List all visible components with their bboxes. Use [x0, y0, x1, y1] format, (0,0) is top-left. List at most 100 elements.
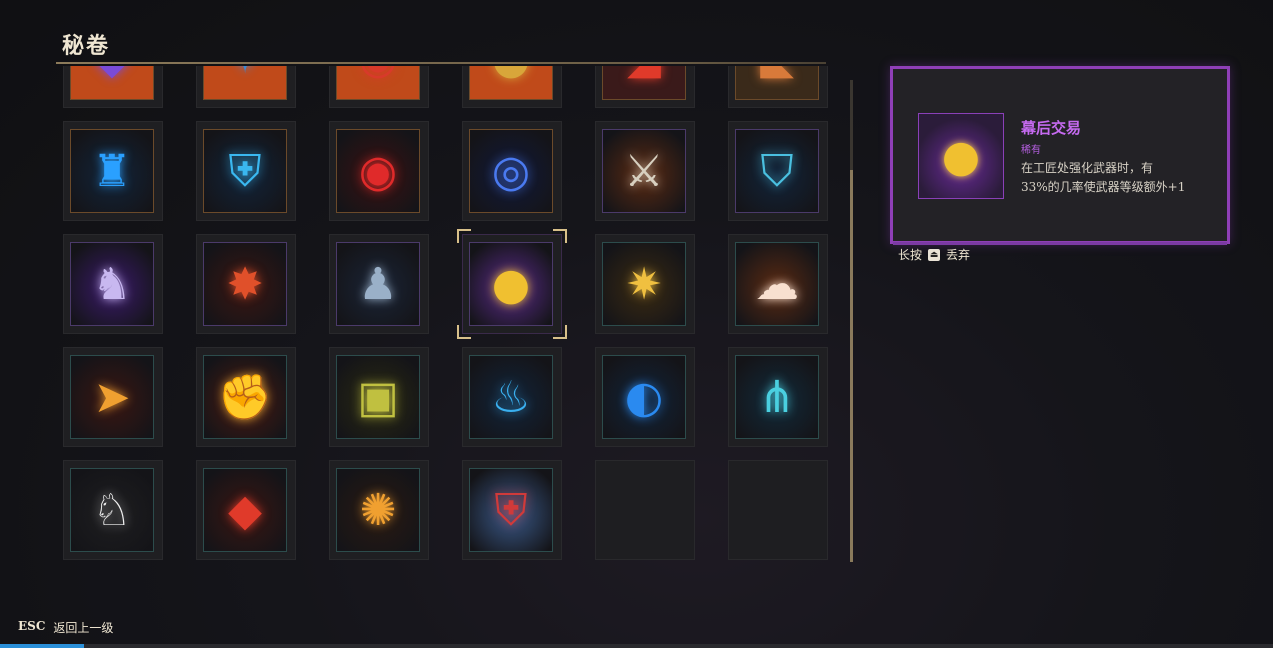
progress-bar-track — [84, 644, 1273, 648]
mask-shield-icon: ⛨ — [494, 484, 528, 536]
slot-frame: ● — [469, 66, 553, 100]
empty-slot[interactable] — [728, 460, 828, 560]
slot-frame: ◆ — [70, 66, 154, 100]
scrollbar[interactable] — [850, 80, 853, 562]
slot-frame: ☁ — [735, 242, 819, 326]
slot-frame: ✸ — [203, 242, 287, 326]
grid-slot[interactable]: ⛨ — [196, 121, 296, 221]
grid-slot[interactable]: ⚔ — [595, 121, 695, 221]
grid-slot[interactable]: ◢ — [595, 66, 695, 108]
grid-slot[interactable]: ☁ — [728, 234, 828, 334]
grid-slot[interactable]: ● — [457, 229, 567, 339]
esc-key-label: ESC — [18, 619, 46, 633]
slot-frame: ✷ — [602, 242, 686, 326]
slot-frame: ♞ — [70, 242, 154, 326]
grid-slot[interactable]: ♜ — [63, 121, 163, 221]
page-title: 秘卷 — [62, 33, 111, 59]
red-shard-icon: ◢ — [603, 66, 685, 99]
grid-slot[interactable]: ◉ — [329, 66, 429, 108]
detail-name: 幕后交易 — [1021, 119, 1082, 137]
hint-action: 丢弃 — [946, 248, 971, 262]
grid-slot[interactable]: ✦ — [196, 66, 296, 108]
back-button[interactable]: ESC 返回上一级 — [18, 619, 113, 636]
red-explosion-icon: ✸ — [226, 258, 264, 310]
slot-frame: ◢ — [602, 66, 686, 100]
slot-frame: ▣ — [336, 355, 420, 439]
blue-gem-icon: ✦ — [204, 66, 286, 99]
grid-slot[interactable]: ◆ — [63, 66, 163, 108]
red-orb-icon: ◉ — [358, 145, 398, 197]
scrollbar-thumb[interactable] — [850, 170, 853, 562]
blue-cup-icon: ♜ — [92, 145, 132, 197]
slot-frame: ⛨ — [203, 129, 287, 213]
slot-frame: ◐ — [602, 355, 686, 439]
grid-slot[interactable]: ✊ — [196, 347, 296, 447]
grid-slot[interactable]: ♞ — [63, 234, 163, 334]
slot-frame: ♘ — [70, 468, 154, 552]
grid-slot[interactable]: ⛨ — [462, 460, 562, 560]
grid-slot[interactable]: ✸ — [196, 234, 296, 334]
slot-frame: ◉ — [336, 129, 420, 213]
golden-gauntlet-icon: ✊ — [217, 372, 273, 423]
slot-frame: ✊ — [203, 355, 287, 439]
green-chest-icon: ▣ — [357, 371, 399, 423]
grid-slot[interactable]: ◉ — [329, 121, 429, 221]
slot-frame: ◉ — [336, 66, 420, 100]
grid-slot[interactable]: ♨ — [462, 347, 562, 447]
slot-frame: ● — [469, 242, 553, 326]
purple-crystal-icon: ◆ — [71, 66, 153, 99]
slot-frame: ⛉ — [735, 129, 819, 213]
scroll-grid-viewport[interactable]: ◆ ✦ ◉ ● ◢ ◣ ♜ ⛨ ◉ ◎ ⚔ ⛉ ♞ ✸ ♟ ● ✷ ☁ ➤ ✊ ▣ ♨ ◐ ⋔ ♘ ◆ ✺ ⛨ — [56, 66, 832, 568]
blue-boot-icon: ♨ — [491, 371, 531, 423]
grid-slot[interactable]: ♟ — [329, 234, 429, 334]
grid-slot[interactable]: ➤ — [63, 347, 163, 447]
gold-coin-icon: ● — [470, 66, 552, 99]
slot-frame: ⛨ — [469, 468, 553, 552]
slot-frame: ◣ — [735, 66, 819, 100]
grid-slot[interactable]: ▣ — [329, 347, 429, 447]
grid-slot[interactable]: ◆ — [196, 460, 296, 560]
selection-corner — [553, 325, 567, 339]
grid-slot[interactable]: ✺ — [329, 460, 429, 560]
blue-trident-icon: ⋔ — [758, 371, 796, 423]
grid-slot[interactable]: ♘ — [63, 460, 163, 560]
selection-corner — [553, 229, 567, 243]
amber-shard-icon: ◣ — [736, 66, 818, 99]
title-divider — [56, 62, 826, 64]
slot-frame: ➤ — [70, 355, 154, 439]
discard-hint[interactable]: 长按 ⏏ 丢弃 — [898, 246, 970, 263]
warrior-statue-icon: ♟ — [358, 258, 398, 310]
controller-button-icon: ⏏ — [928, 248, 941, 261]
wolf-icon: ♞ — [92, 258, 132, 310]
grid-slot[interactable]: ◣ — [728, 66, 828, 108]
detail-description: 在工匠处强化武器时，有 33%的几率使武器等级额外+1 — [1021, 161, 1186, 194]
slot-frame: ◆ — [203, 468, 287, 552]
grid-slot[interactable]: ⋔ — [728, 347, 828, 447]
progress-bar-fill — [0, 644, 84, 648]
fluffy-creature-icon: ☁ — [755, 258, 799, 310]
blue-shield-icon: ⛨ — [228, 145, 262, 197]
grid-slot[interactable]: ⛉ — [728, 121, 828, 221]
golden-idol-icon: ✷ — [625, 258, 663, 310]
golden-arrowhead-icon: ➤ — [93, 371, 131, 423]
empty-slot[interactable] — [595, 460, 695, 560]
crossed-swords-icon: ⚔ — [624, 145, 664, 197]
back-label: 返回上一级 — [53, 621, 114, 635]
orange-vortex-icon: ✺ — [359, 484, 397, 536]
detail-frame-bottom — [893, 242, 1227, 245]
grid-slot[interactable]: ◐ — [595, 347, 695, 447]
grid-slot[interactable]: ● — [462, 66, 562, 108]
detail-rarity: 稀有 — [1021, 145, 1041, 156]
item-grid: ◆ ✦ ◉ ● ◢ ◣ ♜ ⛨ ◉ ◎ ⚔ ⛉ ♞ ✸ ♟ ● ✷ ☁ ➤ ✊ ▣ ♨ ◐ ⋔ ♘ ◆ ✺ ⛨ — [56, 66, 828, 560]
slot-frame: ✺ — [336, 468, 420, 552]
slot-frame: ♨ — [469, 355, 553, 439]
detail-gold-coins-icon: ● — [918, 113, 1004, 199]
grid-slot[interactable]: ✷ — [595, 234, 695, 334]
blue-rune-shield-icon: ⛉ — [760, 145, 794, 197]
gold-coins-icon: ● — [491, 258, 531, 310]
slot-frame: ✦ — [203, 66, 287, 100]
slot-frame: ◎ — [469, 129, 553, 213]
red-crystal-icon: ◆ — [228, 484, 262, 536]
grid-slot[interactable]: ◎ — [462, 121, 562, 221]
hint-label: 长按 — [898, 248, 923, 262]
